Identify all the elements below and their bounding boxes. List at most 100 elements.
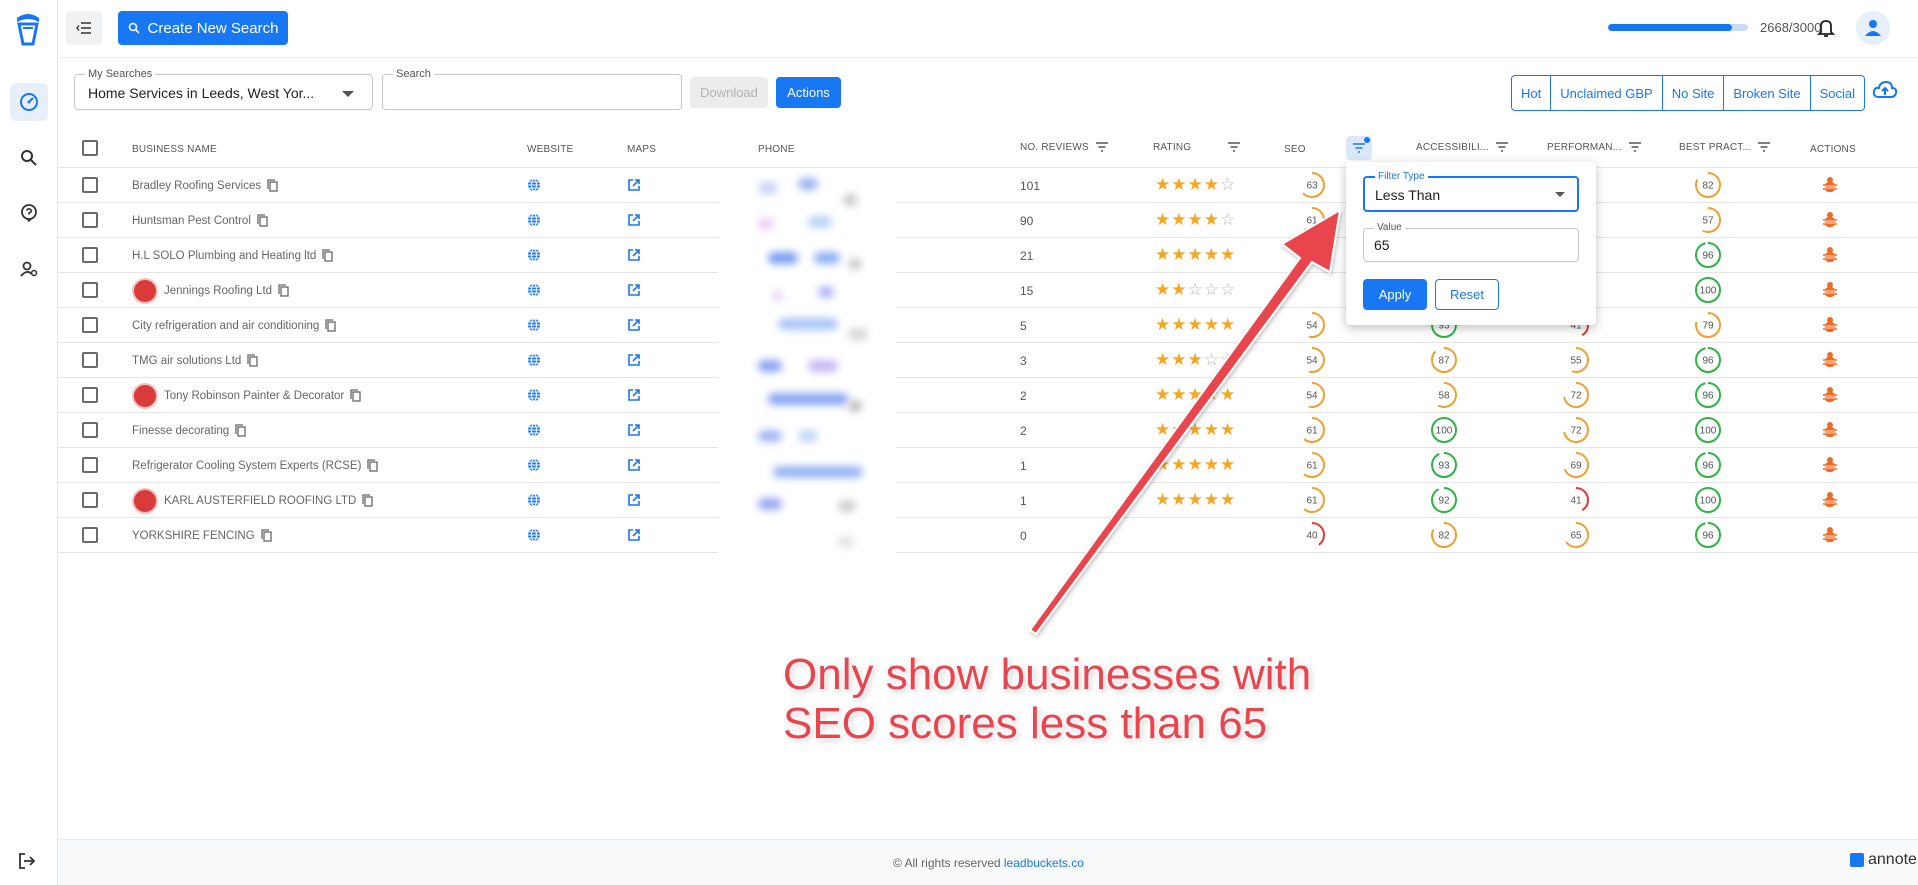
external-link-icon[interactable]	[627, 213, 641, 227]
external-link-icon[interactable]	[627, 423, 641, 437]
filter-icon[interactable]	[1628, 141, 1642, 153]
notification-bell-icon[interactable]	[1817, 18, 1835, 38]
header-best-practices[interactable]: BEST PRACT...	[1679, 141, 1771, 153]
external-link-icon[interactable]	[627, 318, 641, 332]
copy-icon[interactable]	[367, 459, 379, 472]
filter-value-input[interactable]: Value 65	[1363, 222, 1579, 262]
header-performance[interactable]: PERFORMAN...	[1547, 141, 1642, 153]
globe-icon[interactable]	[527, 283, 541, 297]
row-checkbox[interactable]	[82, 492, 98, 508]
nav-help[interactable]	[10, 194, 48, 232]
row-checkbox[interactable]	[82, 527, 98, 543]
globe-icon[interactable]	[527, 178, 541, 192]
filter-icon[interactable]	[1757, 141, 1771, 153]
download-button[interactable]: Download	[690, 77, 768, 108]
search-input[interactable]: Search	[382, 68, 682, 110]
globe-icon[interactable]	[527, 353, 541, 367]
copy-icon[interactable]	[362, 494, 373, 507]
business-name[interactable]: H.L SOLO Plumbing and Heating ltd	[132, 250, 316, 262]
globe-icon[interactable]	[527, 213, 541, 227]
copy-icon[interactable]	[261, 529, 272, 542]
external-link-icon[interactable]	[627, 283, 641, 297]
business-name[interactable]: City refrigeration and air conditioning	[132, 320, 319, 332]
globe-icon[interactable]	[527, 458, 541, 472]
bug-report-icon[interactable]	[1822, 281, 1838, 299]
header-accessibility[interactable]: ACCESSIBILI...	[1416, 141, 1509, 153]
bug-report-icon[interactable]	[1822, 211, 1838, 229]
row-checkbox[interactable]	[82, 387, 98, 403]
business-name[interactable]: Tony Robinson Painter & Decorator	[164, 390, 344, 402]
reset-button[interactable]: Reset	[1435, 279, 1499, 310]
bug-report-icon[interactable]	[1822, 491, 1838, 509]
globe-icon[interactable]	[527, 493, 541, 507]
globe-icon[interactable]	[527, 388, 541, 402]
filter-icon[interactable]	[1227, 141, 1241, 153]
business-name[interactable]: TMG air solutions Ltd	[132, 355, 241, 367]
bug-report-icon[interactable]	[1822, 421, 1838, 439]
bug-report-icon[interactable]	[1822, 386, 1838, 404]
external-link-icon[interactable]	[627, 178, 641, 192]
create-new-search-button[interactable]: Create New Search	[118, 11, 288, 45]
external-link-icon[interactable]	[627, 528, 641, 542]
quick-filter-unclaimed-gbp[interactable]: Unclaimed GBP	[1551, 76, 1663, 110]
bug-report-icon[interactable]	[1822, 316, 1838, 334]
copy-icon[interactable]	[322, 249, 333, 262]
globe-icon[interactable]	[527, 423, 541, 437]
business-name[interactable]: YORKSHIRE FENCING	[132, 530, 255, 542]
copy-icon[interactable]	[267, 179, 278, 192]
business-name[interactable]: Jennings Roofing Ltd	[164, 285, 272, 297]
filter-icon[interactable]	[1495, 141, 1509, 153]
business-name[interactable]: Bradley Roofing Services	[132, 180, 261, 192]
business-name[interactable]: Refrigerator Cooling System Experts (RCS…	[132, 460, 361, 472]
quick-filter-no-site[interactable]: No Site	[1663, 76, 1725, 110]
logout-icon[interactable]	[17, 851, 37, 871]
row-checkbox[interactable]	[82, 212, 98, 228]
copy-icon[interactable]	[257, 214, 268, 227]
row-checkbox[interactable]	[82, 352, 98, 368]
row-checkbox[interactable]	[82, 457, 98, 473]
row-checkbox[interactable]	[82, 247, 98, 263]
apply-button[interactable]: Apply	[1363, 279, 1427, 310]
row-checkbox[interactable]	[82, 422, 98, 438]
row-checkbox[interactable]	[82, 177, 98, 193]
nav-account-settings[interactable]	[10, 250, 48, 288]
copy-icon[interactable]	[278, 284, 289, 297]
bug-report-icon[interactable]	[1822, 246, 1838, 264]
nav-dashboard[interactable]	[10, 83, 48, 121]
quick-filter-broken-site[interactable]: Broken Site	[1724, 76, 1811, 110]
row-checkbox[interactable]	[82, 317, 98, 333]
quick-filter-hot[interactable]: Hot	[1512, 76, 1552, 110]
copy-icon[interactable]	[235, 424, 246, 437]
globe-icon[interactable]	[527, 248, 541, 262]
select-all-checkbox[interactable]	[82, 140, 98, 156]
filter-icon[interactable]	[1095, 141, 1109, 153]
globe-icon[interactable]	[527, 318, 541, 332]
bug-report-icon[interactable]	[1822, 526, 1838, 544]
row-checkbox[interactable]	[82, 282, 98, 298]
bug-report-icon[interactable]	[1822, 456, 1838, 474]
header-reviews[interactable]: NO. REVIEWS	[1020, 141, 1109, 153]
external-link-icon[interactable]	[627, 388, 641, 402]
my-searches-select[interactable]: My Searches Home Services in Leeds, West…	[74, 68, 373, 110]
header-seo[interactable]: SEO	[1284, 144, 1306, 155]
footer-link[interactable]: leadbuckets.co	[1004, 856, 1084, 870]
external-link-icon[interactable]	[627, 353, 641, 367]
copy-icon[interactable]	[325, 319, 336, 332]
filter-type-select[interactable]: Filter Type Less Than	[1363, 171, 1579, 212]
user-avatar[interactable]	[1856, 11, 1890, 45]
actions-button[interactable]: Actions	[776, 77, 841, 108]
business-name[interactable]: Finesse decorating	[132, 425, 229, 437]
copy-icon[interactable]	[350, 389, 361, 402]
header-business-name[interactable]: BUSINESS NAME	[132, 144, 217, 155]
external-link-icon[interactable]	[627, 248, 641, 262]
nav-search[interactable]	[10, 139, 48, 177]
business-name[interactable]: Huntsman Pest Control	[132, 215, 251, 227]
external-link-icon[interactable]	[627, 458, 641, 472]
external-link-icon[interactable]	[627, 493, 641, 507]
cloud-upload-icon[interactable]	[1872, 80, 1898, 100]
quick-filter-social[interactable]: Social	[1811, 76, 1864, 110]
bug-report-icon[interactable]	[1822, 351, 1838, 369]
header-rating[interactable]: RATING	[1153, 141, 1241, 153]
bug-report-icon[interactable]	[1822, 176, 1838, 194]
menu-toggle-button[interactable]	[66, 11, 102, 45]
